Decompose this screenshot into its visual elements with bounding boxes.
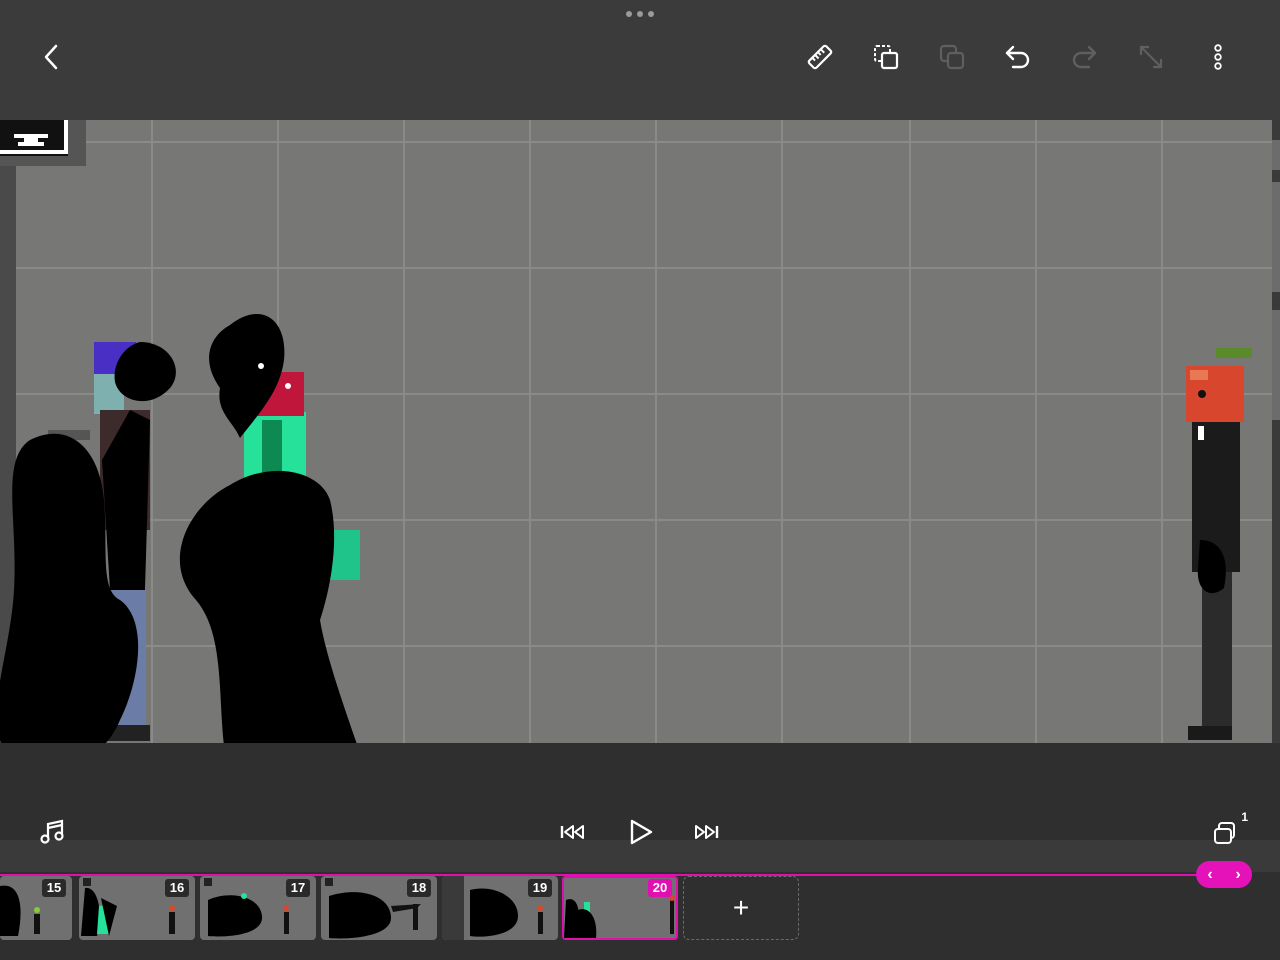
redo-button[interactable] [1062,35,1106,79]
skip-to-end-button[interactable] [684,810,728,854]
frame-number: 16 [165,879,189,897]
animation-canvas[interactable] [0,120,1272,743]
right-edge-strip [1272,120,1280,743]
frame-number: 19 [528,879,552,897]
frame-number: 20 [648,879,672,897]
play-button[interactable] [618,810,662,854]
onion-skin-count: 1 [1241,810,1248,824]
play-icon [630,819,653,845]
ruler-icon [807,44,833,70]
skip-to-start-button[interactable] [551,810,595,854]
scene-drawing [0,120,1272,743]
scrub-next-icon[interactable]: › [1235,866,1240,883]
duplicate-icon [874,45,899,70]
chevron-left-icon [44,44,58,70]
frame-thumbnail[interactable]: 17 [200,876,316,940]
frame-thumbnail[interactable]: 19 [442,876,558,940]
music-note-icon [40,819,64,844]
more-button[interactable] [1196,35,1240,79]
ruler-button[interactable] [798,35,842,79]
frame-thumbnail-active[interactable]: 20 [562,876,678,940]
music-button[interactable] [30,810,74,854]
redo-disabled-icon [1072,45,1097,69]
back-button[interactable] [30,35,74,79]
resize-disabled-icon [1139,45,1163,69]
frame-thumbnail[interactable]: 15 [0,876,72,940]
frame-number: 17 [286,879,310,897]
more-vertical-icon [1214,44,1222,70]
frame-thumbnail[interactable]: 18 [321,876,437,940]
frame-number: 15 [42,879,66,897]
skip-to-end-icon [695,825,719,839]
layers-button[interactable] [930,35,974,79]
duplicate-button[interactable] [864,35,908,79]
playback-controls: 1 [0,800,1280,872]
scrub-prev-icon[interactable]: ‹ [1207,866,1212,883]
add-frame-button[interactable]: + [683,876,799,940]
skip-to-start-icon [560,825,584,839]
undo-button[interactable] [996,35,1040,79]
drag-handle-icon[interactable] [626,8,654,20]
layers-disabled-icon [939,44,965,70]
resize-button[interactable] [1129,35,1173,79]
top-toolbar [0,0,1280,120]
onion-skin-icon [1214,822,1235,844]
frame-number: 18 [407,879,431,897]
onion-skin-button[interactable]: 1 [1206,810,1250,854]
frame-thumbnail[interactable]: 16 [79,876,195,940]
undo-icon [1005,45,1030,69]
timeline-scrubber[interactable]: ‹ › [1196,861,1252,888]
add-frame-label: + [732,892,750,923]
